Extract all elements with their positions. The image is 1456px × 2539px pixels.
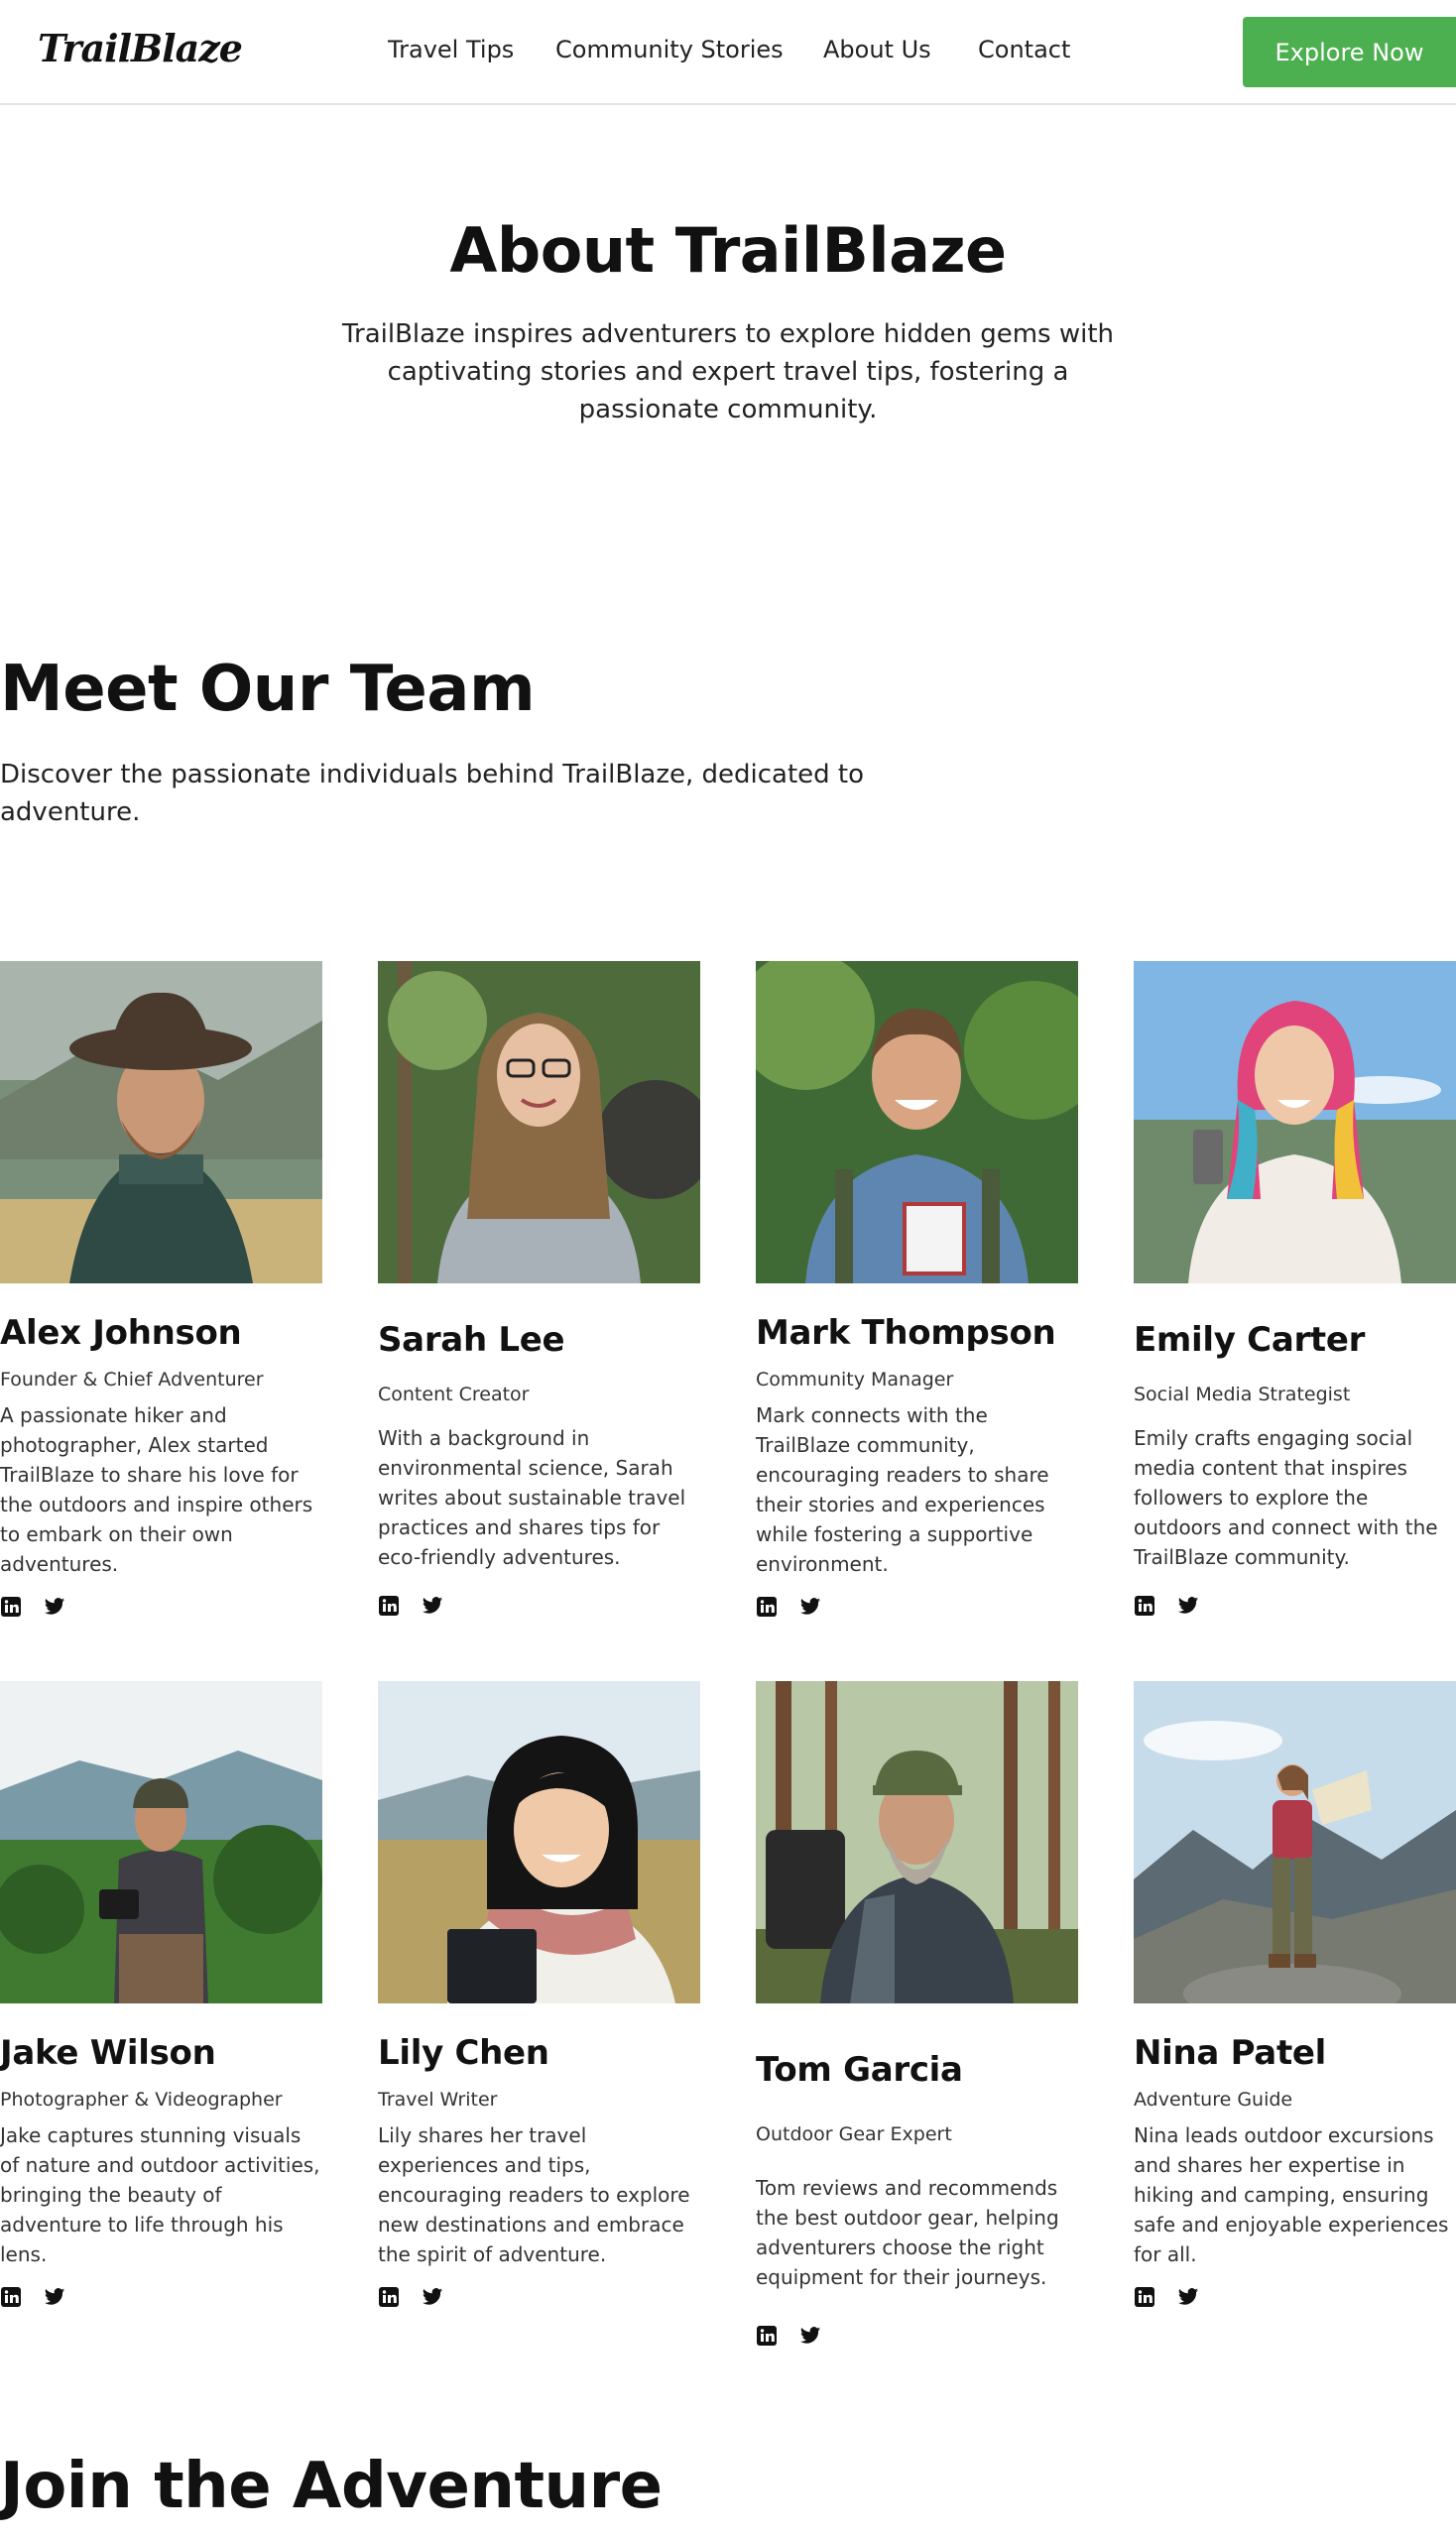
nav-link-contact[interactable]: Contact <box>978 36 1070 65</box>
member-name: Lily Chen <box>378 2033 549 2073</box>
member-photo <box>1134 961 1456 1283</box>
nav-link-community-stories[interactable]: Community Stories <box>555 36 784 65</box>
member-bio: Jake captures stunning visuals of nature… <box>0 2123 320 2266</box>
member-photo <box>756 1681 1078 2003</box>
member-name: Emily Carter <box>1134 1320 1366 1360</box>
member-bio: Emily crafts engaging social media conte… <box>1134 1426 1438 1569</box>
member-name: Sarah Lee <box>378 1320 565 1360</box>
linkedin-icon[interactable] <box>756 1596 778 1618</box>
member-role: Content Creator <box>378 1384 530 1405</box>
member-photo <box>378 961 700 1283</box>
member-photo <box>0 961 322 1283</box>
explore-now-button[interactable]: Explore Now <box>1243 17 1456 87</box>
twitter-icon[interactable] <box>1177 1595 1199 1617</box>
member-bio: Tom reviews and recommends the best outd… <box>756 2176 1059 2289</box>
hero-description: TrailBlaze inspires adventurers to explo… <box>341 319 1115 424</box>
member-role: Adventure Guide <box>1134 2089 1293 2111</box>
member-role: Photographer & Videographer <box>0 2089 283 2111</box>
member-name: Mark Thompson <box>756 1313 1056 1353</box>
member-role: Social Media Strategist <box>1134 1384 1351 1405</box>
join-section-title: Join the Adventure <box>0 2450 663 2523</box>
member-role: Travel Writer <box>378 2089 498 2111</box>
site-header: TrailBlaze Travel Tips Community Stories… <box>0 0 1456 105</box>
social-links <box>378 1594 700 1618</box>
social-links <box>1134 2285 1456 2309</box>
member-photo <box>756 961 1078 1283</box>
twitter-icon[interactable] <box>44 2286 65 2308</box>
twitter-icon[interactable] <box>422 2286 443 2308</box>
member-role: Community Manager <box>756 1369 954 1390</box>
member-role: Founder & Chief Adventurer <box>0 1369 264 1390</box>
team-card-sarah-lee: Sarah Lee Content Creator With a backgro… <box>378 961 700 1618</box>
social-links <box>0 2285 322 2309</box>
social-links <box>756 1595 1078 1619</box>
linkedin-icon[interactable] <box>1134 2286 1155 2308</box>
site-logo[interactable]: TrailBlaze <box>38 26 243 70</box>
member-photo <box>378 1681 700 2003</box>
member-role: Outdoor Gear Expert <box>756 2123 952 2145</box>
team-card-nina-patel: Nina Patel Adventure Guide Nina leads ou… <box>1134 1681 1456 2309</box>
member-bio: A passionate hiker and photographer, Ale… <box>0 1403 313 1576</box>
member-bio: Mark connects with the TrailBlaze commun… <box>756 1403 1049 1576</box>
twitter-icon[interactable] <box>799 2325 821 2347</box>
social-links <box>0 1595 322 1619</box>
team-card-tom-garcia: Tom Garcia Outdoor Gear Expert Tom revie… <box>756 1681 1078 2348</box>
twitter-icon[interactable] <box>422 1595 443 1617</box>
page-title: About TrailBlaze <box>449 214 1007 287</box>
member-name: Jake Wilson <box>0 2033 216 2073</box>
nav-link-about-us[interactable]: About Us <box>823 36 931 65</box>
member-bio: Lily shares her travel experiences and t… <box>378 2123 690 2266</box>
social-links <box>1134 1594 1456 1618</box>
member-photo <box>0 1681 322 2003</box>
social-links <box>756 2324 1078 2348</box>
linkedin-icon[interactable] <box>756 2325 778 2347</box>
team-card-lily-chen: Lily Chen Travel Writer Lily shares her … <box>378 1681 700 2309</box>
linkedin-icon[interactable] <box>378 1595 400 1617</box>
team-card-alex-johnson: Alex Johnson Founder & Chief Adventurer … <box>0 961 322 1619</box>
team-section-description: Discover the passionate individuals behi… <box>0 760 865 827</box>
linkedin-icon[interactable] <box>1134 1595 1155 1617</box>
member-photo <box>1134 1681 1456 2003</box>
team-card-mark-thompson: Mark Thompson Community Manager Mark con… <box>756 961 1078 1619</box>
twitter-icon[interactable] <box>1177 2286 1199 2308</box>
member-bio: With a background in environmental scien… <box>378 1426 686 1569</box>
twitter-icon[interactable] <box>799 1596 821 1618</box>
linkedin-icon[interactable] <box>0 1596 22 1618</box>
twitter-icon[interactable] <box>44 1596 65 1618</box>
linkedin-icon[interactable] <box>0 2286 22 2308</box>
linkedin-icon[interactable] <box>378 2286 400 2308</box>
member-bio: Nina leads outdoor excursions and shares… <box>1134 2123 1449 2266</box>
social-links <box>378 2285 700 2309</box>
team-card-jake-wilson: Jake Wilson Photographer & Videographer … <box>0 1681 322 2309</box>
team-section-title: Meet Our Team <box>0 653 536 726</box>
team-card-emily-carter: Emily Carter Social Media Strategist Emi… <box>1134 961 1456 1618</box>
nav-link-travel-tips[interactable]: Travel Tips <box>388 36 514 65</box>
member-name: Alex Johnson <box>0 1313 242 1353</box>
member-name: Tom Garcia <box>756 2050 963 2090</box>
member-name: Nina Patel <box>1134 2033 1327 2073</box>
